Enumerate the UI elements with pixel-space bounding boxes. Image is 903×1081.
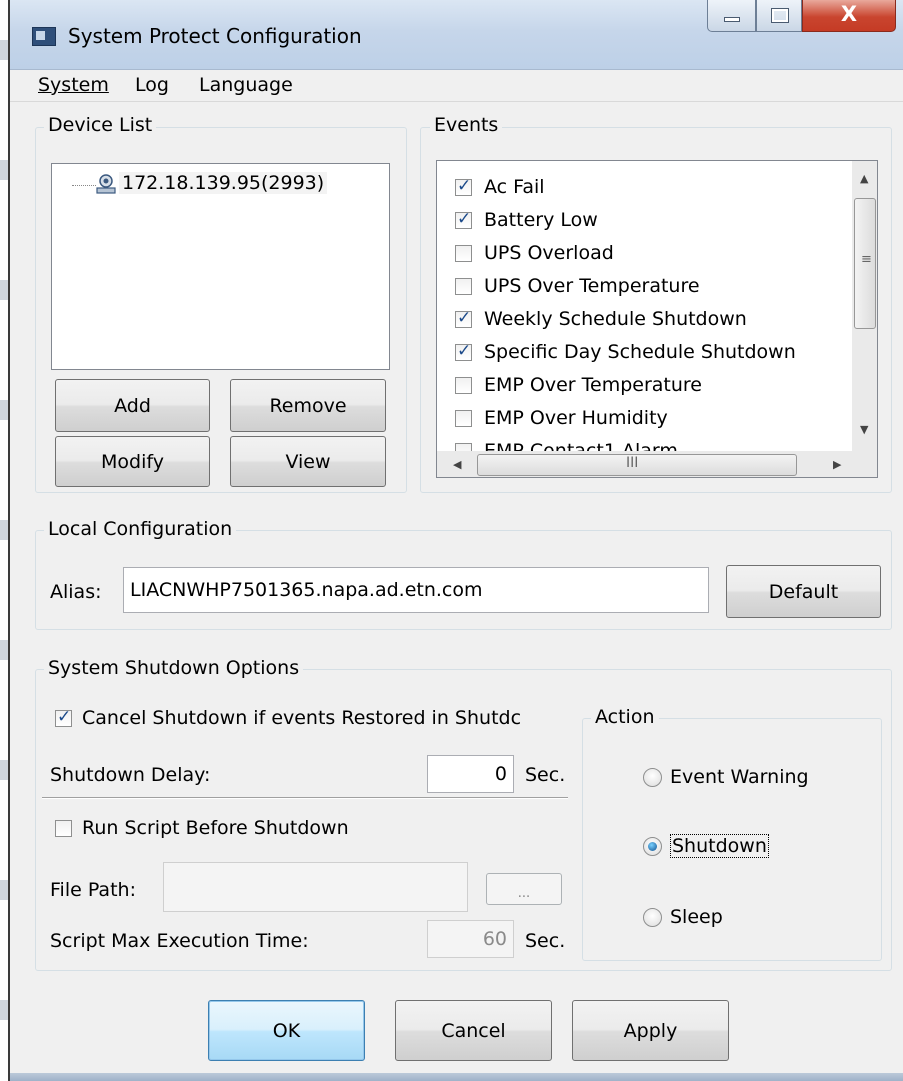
run-script-checkbox[interactable] — [55, 820, 72, 837]
shutdown-options-title: System Shutdown Options — [44, 657, 304, 679]
event-checkbox[interactable] — [455, 176, 472, 196]
max-exec-unit: Sec. — [525, 930, 566, 952]
sleep-label[interactable]: Sleep — [670, 906, 723, 928]
events-vscrollbar[interactable]: ▲ ≡ ▼ — [852, 161, 877, 451]
title-bar[interactable]: System Protect Configuration X — [10, 0, 903, 70]
event-checkbox[interactable] — [455, 245, 472, 262]
event-warning-radio[interactable] — [643, 768, 662, 787]
alias-label: Alias: — [50, 581, 102, 603]
modify-button[interactable]: Modify — [55, 436, 210, 487]
config-window: System Protect Configuration X System Lo… — [8, 0, 903, 1081]
maximize-button[interactable] — [756, 0, 802, 32]
browse-button[interactable]: ... — [486, 873, 562, 905]
shutdown-radio[interactable] — [643, 837, 662, 856]
events-title: Events — [430, 114, 503, 136]
max-exec-input[interactable]: 60 — [427, 920, 514, 958]
events-hscrollbar[interactable]: ◀ III ▶ — [437, 451, 877, 477]
event-label[interactable]: EMP Over Humidity — [484, 407, 668, 429]
local-config-title: Local Configuration — [44, 518, 237, 540]
action-title: Action — [591, 706, 659, 728]
max-exec-label: Script Max Execution Time: — [50, 930, 309, 952]
event-checkbox[interactable] — [455, 377, 472, 394]
file-path-input[interactable] — [163, 862, 468, 912]
event-label[interactable]: Weekly Schedule Shutdown — [484, 308, 747, 330]
scroll-right-icon[interactable]: ▶ — [833, 459, 841, 470]
device-item[interactable]: 172.18.139.95(2993) — [119, 172, 328, 194]
device-item-label: 172.18.139.95(2993) — [122, 172, 325, 194]
event-checkbox[interactable] — [455, 341, 472, 361]
event-label[interactable]: UPS Overload — [484, 242, 614, 264]
cancel-shutdown-label[interactable]: Cancel Shutdown if events Restored in Sh… — [82, 707, 582, 729]
event-warning-label[interactable]: Event Warning — [670, 766, 809, 788]
event-checkbox[interactable] — [455, 410, 472, 427]
menu-system-label: System — [38, 74, 109, 96]
separator — [42, 797, 568, 799]
event-checkbox[interactable] — [455, 278, 472, 295]
device-list-title: Device List — [44, 114, 157, 136]
sleep-radio[interactable] — [643, 908, 662, 927]
app-icon — [32, 27, 56, 46]
scroll-left-icon[interactable]: ◀ — [453, 459, 461, 470]
scroll-up-icon[interactable]: ▲ — [860, 173, 868, 184]
menu-log[interactable]: Log — [135, 74, 169, 96]
menu-system[interactable]: System — [38, 74, 109, 96]
event-label[interactable]: Battery Low — [484, 209, 598, 231]
view-button[interactable]: View — [230, 436, 386, 487]
events-list[interactable]: Ac Fail Battery Low UPS Overload UPS Over T… — [436, 160, 878, 478]
event-checkbox[interactable] — [455, 308, 472, 328]
window-title: System Protect Configuration — [68, 24, 362, 48]
tree-connector — [72, 185, 96, 186]
ok-button[interactable]: OK — [208, 1000, 365, 1061]
event-label[interactable]: UPS Over Temperature — [484, 275, 700, 297]
event-label[interactable]: Specific Day Schedule Shutdown — [484, 341, 796, 363]
apply-button[interactable]: Apply — [572, 1000, 729, 1061]
events-vscroll-thumb[interactable]: ≡ — [854, 198, 876, 329]
maximize-icon — [771, 8, 789, 23]
events-hscroll-thumb[interactable]: III — [477, 454, 797, 476]
default-button[interactable]: Default — [726, 565, 881, 618]
close-button[interactable]: X — [802, 0, 896, 32]
run-script-label[interactable]: Run Script Before Shutdown — [82, 817, 349, 839]
window-bottom-border — [10, 1073, 903, 1081]
remove-button[interactable]: Remove — [230, 379, 386, 432]
hgrip-icon: III — [626, 455, 639, 471]
menu-language-label: Language — [199, 74, 293, 96]
device-tree[interactable]: 172.18.139.95(2993) — [51, 163, 390, 370]
shutdown-delay-label: Shutdown Delay: — [50, 764, 211, 786]
event-label[interactable]: Ac Fail — [484, 176, 545, 198]
cancel-button[interactable]: Cancel — [395, 1000, 552, 1061]
event-label[interactable]: EMP Over Temperature — [484, 374, 702, 396]
alias-input[interactable]: LIACNWHP7501365.napa.ad.etn.com — [123, 567, 709, 613]
background-window-edge — [0, 0, 8, 1081]
scroll-down-icon[interactable]: ▼ — [860, 424, 868, 435]
close-icon: X — [840, 2, 858, 26]
device-icon — [94, 173, 118, 195]
menu-language[interactable]: Language — [199, 74, 293, 96]
event-checkbox[interactable] — [455, 209, 472, 229]
menu-log-label: Log — [135, 74, 169, 96]
file-path-label: File Path: — [50, 879, 136, 901]
shutdown-delay-unit: Sec. — [525, 764, 566, 786]
shutdown-delay-input[interactable]: 0 — [427, 755, 514, 793]
shutdown-radio-label[interactable]: Shutdown — [670, 834, 769, 858]
minimize-button[interactable] — [707, 0, 756, 32]
add-button[interactable]: Add — [55, 379, 210, 432]
grip-icon: ≡ — [861, 252, 872, 267]
cancel-shutdown-checkbox[interactable] — [55, 707, 72, 727]
minimize-icon — [724, 17, 740, 22]
